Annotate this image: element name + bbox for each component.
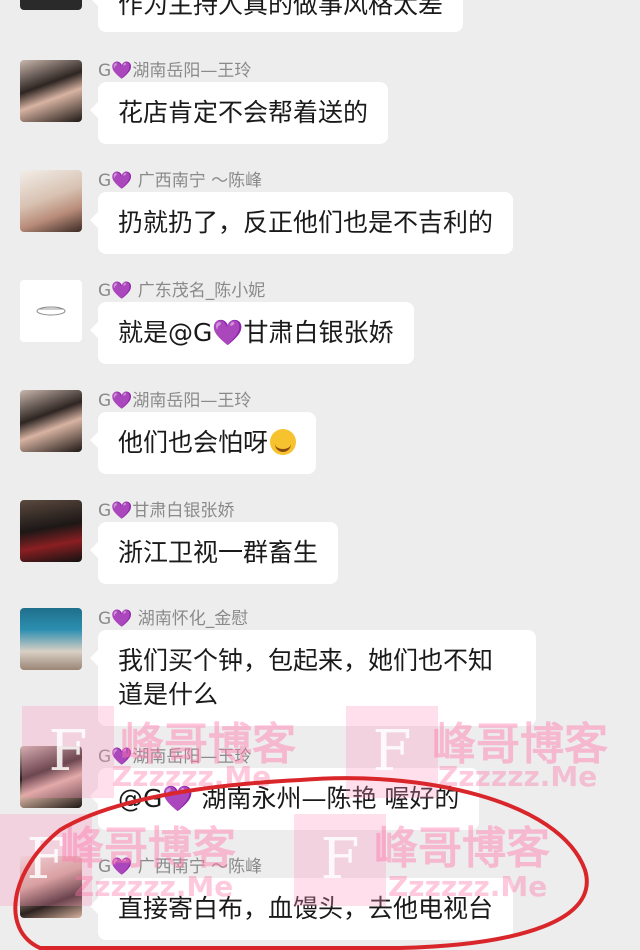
purple-heart-icon: 💜 (162, 784, 194, 813)
purple-heart-icon: 💜 (111, 281, 133, 301)
message-text: 他们也会怕呀 (118, 428, 269, 457)
message-bubble[interactable]: 浙江卫视一群畜生 (89, 522, 339, 584)
avatar[interactable] (20, 500, 82, 562)
sketch-icon (36, 306, 66, 316)
avatar[interactable] (20, 60, 82, 122)
laughing-crying-emoji-icon (270, 429, 297, 455)
watermark-logo: F (0, 814, 92, 906)
message-bubble[interactable]: 他们也会怕呀 (89, 412, 317, 474)
purple-heart-icon: 💜 (212, 318, 244, 347)
sender-name: G💜甘肃白银张娇 (98, 501, 235, 521)
purple-heart-icon: 💜 (111, 609, 133, 629)
sender-name: G💜 湖南怀化_金慰 (98, 609, 249, 629)
sender-name: G💜湖南岳阳—王玲 (98, 61, 252, 81)
message-text: 花店肯定不会帮着送的 (118, 98, 369, 127)
watermark-logo: F (22, 706, 114, 798)
watermark-logo: F (294, 814, 386, 906)
avatar[interactable] (20, 608, 82, 670)
sender-name: G💜 广西南宁 ～陈峰 (98, 171, 263, 191)
avatar[interactable] (20, 0, 82, 10)
chat-screen: 作为主持人真的做事风格太差 G💜湖南岳阳—王玲 花店肯定不会帮着送的 G💜 广西… (0, 0, 640, 950)
message-text: 我们买个钟，包起来，她们也不知 (118, 646, 494, 675)
watermark-logo: F (346, 706, 438, 798)
avatar[interactable] (20, 280, 82, 342)
message-text: 就是@G (118, 318, 213, 347)
purple-heart-icon: 💜 (111, 857, 133, 877)
message-text: 道是什么 (118, 680, 219, 709)
purple-heart-icon: 💜 (111, 171, 133, 191)
message-text: 甘肃白银张娇 (243, 318, 394, 347)
sender-name: G💜湖南岳阳—王玲 (98, 391, 252, 411)
message-bubble[interactable]: 扔就扔了，反正他们也是不吉利的 (89, 192, 514, 254)
sender-name: G💜湖南岳阳—王玲 (98, 747, 252, 767)
purple-heart-icon: 💜 (111, 61, 133, 81)
sender-name: G💜 广东茂名_陈小妮 (98, 281, 266, 301)
purple-heart-icon: 💜 (111, 391, 133, 411)
message-bubble[interactable]: 作为主持人真的做事风格太差 (89, 0, 464, 32)
message-bubble[interactable]: 花店肯定不会帮着送的 (89, 82, 389, 144)
purple-heart-icon: 💜 (111, 747, 133, 767)
purple-heart-icon: 💜 (111, 501, 133, 521)
message-text: 扔就扔了，反正他们也是不吉利的 (118, 208, 494, 237)
avatar[interactable] (20, 390, 82, 452)
message-text: @G (118, 784, 163, 813)
message-bubble[interactable]: 我们买个钟，包起来，她们也不知 道是什么 (90, 630, 536, 726)
message-text: 浙江卫视一群畜生 (118, 538, 319, 567)
message-bubble[interactable]: 就是@G💜甘肃白银张娇 (90, 302, 414, 364)
sender-name: G💜 广西南宁 ～陈峰 (98, 857, 263, 877)
avatar[interactable] (20, 170, 82, 232)
message-text: 作为主持人真的做事风格太差 (118, 0, 444, 19)
